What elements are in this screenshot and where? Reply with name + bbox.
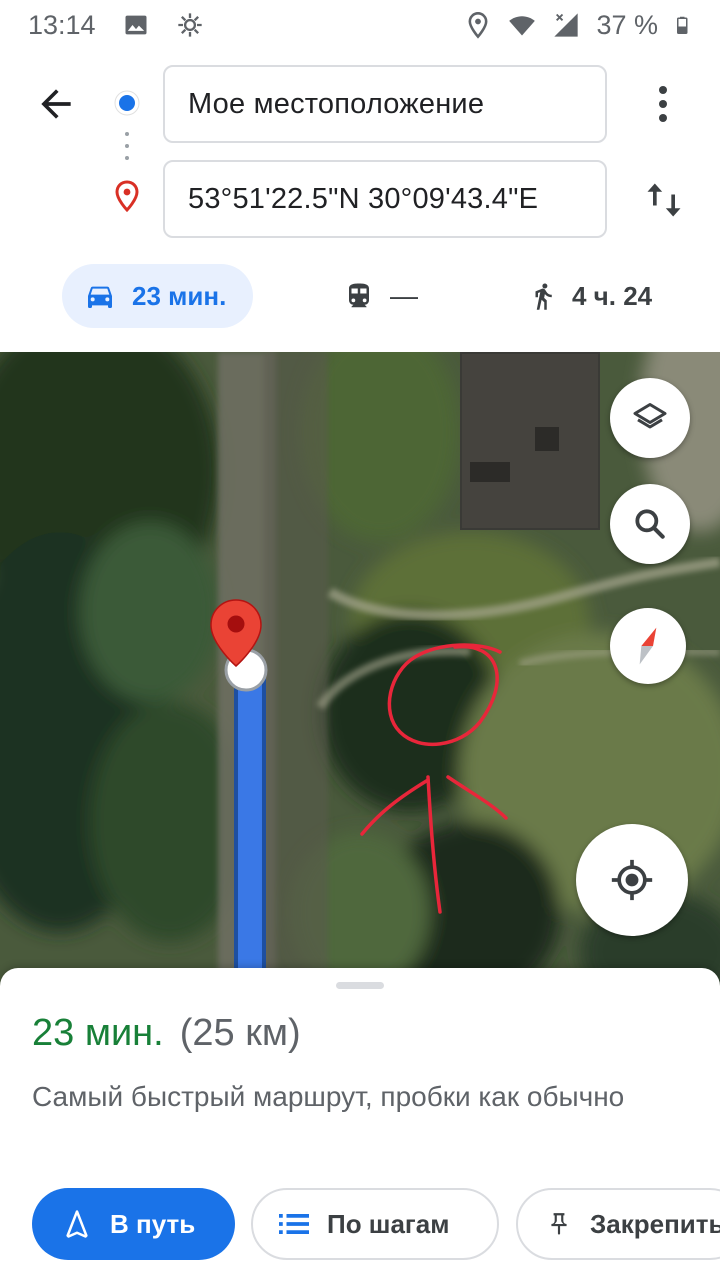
- mode-transit-tab[interactable]: —: [344, 264, 418, 328]
- car-icon: [88, 286, 112, 308]
- battery-icon: [677, 16, 688, 34]
- mode-walking-label: 4 ч. 24: [572, 280, 653, 311]
- travel-mode-row: 23 мин. — 4 ч. 24: [0, 264, 720, 328]
- mode-walking-tab[interactable]: 4 ч. 24: [528, 264, 652, 328]
- directions-header: Мое местоположение 53°51'22.5"N 30°09'43…: [0, 50, 720, 352]
- route-description: Самый быстрый маршрут, пробки как обычно: [32, 1081, 625, 1112]
- route-time: 23 мин.: [32, 1012, 164, 1054]
- search-along-route-button[interactable]: [610, 484, 690, 564]
- route-connector-icon: [114, 90, 140, 213]
- signal-icon: [554, 13, 579, 37]
- more-options-icon[interactable]: [648, 82, 678, 126]
- status-bar: 13:14 37 %: [0, 0, 720, 50]
- start-navigation-button[interactable]: В путь: [32, 1188, 235, 1260]
- my-location-button[interactable]: [576, 824, 688, 936]
- settings-sun-icon: [177, 13, 202, 37]
- route-bottom-sheet[interactable]: 23 мин. (25 км) Самый быстрый маршрут, п…: [0, 968, 720, 1280]
- wifi-icon: [509, 16, 536, 36]
- status-time: 13:14: [28, 9, 96, 40]
- layers-icon: [633, 403, 667, 429]
- route-distance: (25 км): [179, 1012, 301, 1054]
- search-icon: [635, 509, 665, 539]
- sheet-drag-handle[interactable]: [336, 982, 384, 989]
- my-location-icon: [611, 859, 653, 901]
- walking-icon: [535, 283, 552, 310]
- compass-button[interactable]: [610, 608, 686, 684]
- action-buttons: В путь По шагам Закрепить: [0, 1188, 720, 1260]
- mode-transit-label: —: [390, 280, 418, 311]
- pin-icon: [551, 1213, 567, 1235]
- start-location-field[interactable]: Мое местоположение: [163, 65, 607, 143]
- list-icon: [279, 1214, 309, 1234]
- maps-directions-screen: 13:14 37 % Мое местоположение 53°51'22.5…: [0, 0, 720, 1280]
- back-arrow-icon[interactable]: [34, 82, 78, 126]
- compass-icon: [639, 627, 657, 665]
- layers-button[interactable]: [610, 378, 690, 458]
- route-summary: 23 мин. (25 км): [32, 1012, 301, 1055]
- start-label: В путь: [110, 1208, 196, 1239]
- location-icon: [469, 12, 488, 39]
- steps-button[interactable]: По шагам: [251, 1188, 499, 1260]
- mode-driving-label: 23 мин.: [132, 280, 227, 311]
- pin-button[interactable]: Закрепить: [516, 1188, 720, 1260]
- satellite-map[interactable]: [0, 352, 720, 992]
- steps-label: По шагам: [327, 1208, 450, 1239]
- navigation-arrow-icon: [66, 1210, 88, 1238]
- destination-field[interactable]: 53°51'22.5"N 30°09'43.4"E: [163, 160, 607, 238]
- battery-percent: 37 %: [596, 9, 658, 40]
- image-icon: [125, 15, 147, 35]
- mode-driving-tab[interactable]: 23 мин.: [62, 264, 253, 328]
- pin-label: Закрепить: [590, 1208, 720, 1239]
- swap-icon[interactable]: [642, 176, 686, 224]
- train-icon: [349, 283, 369, 308]
